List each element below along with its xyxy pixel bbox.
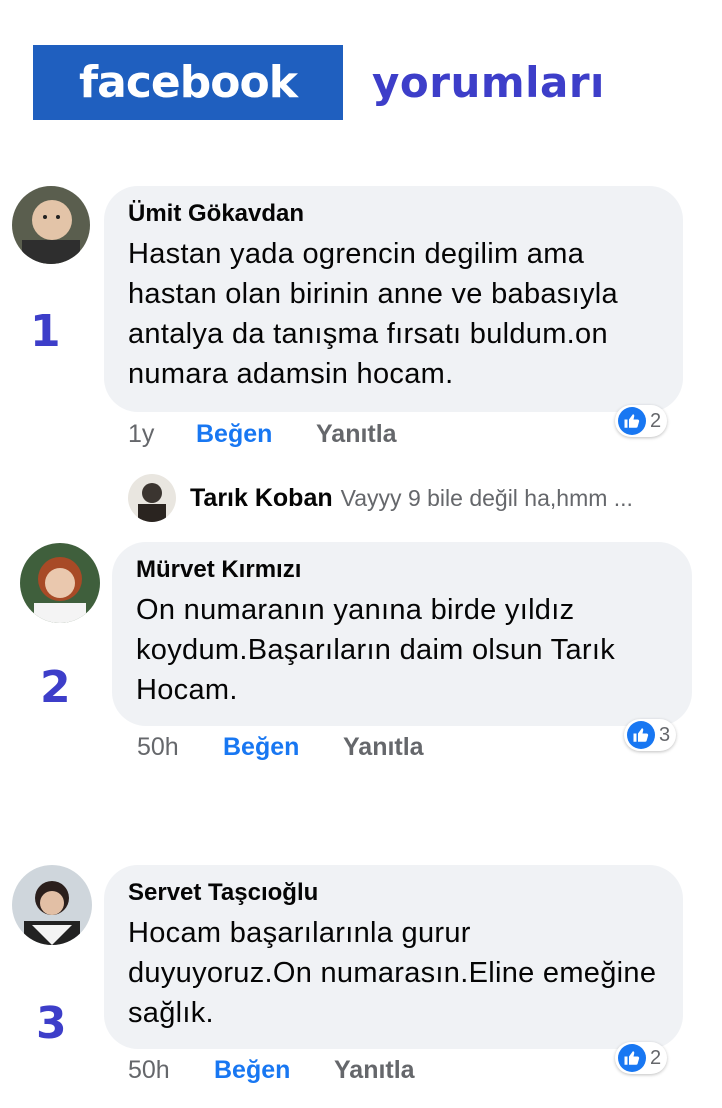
comment-author[interactable]: Ümit Gökavdan [128, 200, 659, 228]
reaction-badge[interactable]: 2 [615, 1042, 668, 1074]
page-title: yorumları [372, 58, 605, 107]
reply-button[interactable]: Yanıtla [334, 1056, 415, 1085]
thumbs-up-icon [618, 1044, 646, 1072]
comment-author[interactable]: Mürvet Kırmızı [136, 556, 668, 584]
comment-time[interactable]: 50h [128, 1056, 214, 1085]
comment-time[interactable]: 50h [137, 733, 223, 762]
comment-number: 3 [36, 998, 67, 1049]
comment-text: Hocam başarılarınla gurur duyuyoruz.On n… [128, 917, 657, 1029]
reaction-count: 2 [650, 1046, 662, 1069]
comment-bubble: Servet Taşcıoğlu Hocam başarılarınla gur… [104, 865, 683, 1049]
reply-button[interactable]: Yanıtla [316, 420, 397, 449]
comment-number: 1 [30, 306, 61, 357]
reaction-count: 3 [659, 723, 671, 746]
comment-bubble: Mürvet Kırmızı On numaranın yanına birde… [112, 542, 692, 726]
thumbs-up-icon [618, 407, 646, 435]
comment-actions: 50h Beğen Yanıtla [137, 733, 424, 762]
reply-author[interactable]: Tarık Koban [190, 484, 333, 513]
avatar[interactable] [12, 186, 90, 264]
comment-bubble: Ümit Gökavdan Hastan yada ogrencin degil… [104, 186, 683, 412]
avatar[interactable] [128, 474, 176, 522]
facebook-logo: facebook [33, 45, 343, 120]
like-button[interactable]: Beğen [214, 1056, 334, 1085]
comment-actions: 50h Beğen Yanıtla [128, 1056, 415, 1085]
reaction-badge[interactable]: 2 [615, 405, 668, 437]
thumbs-up-icon [627, 721, 655, 749]
comment-text: On numaranın yanına birde yıldız koydum.… [136, 594, 616, 706]
like-button[interactable]: Beğen [223, 733, 343, 762]
reply-preview[interactable]: Tarık Koban Vayyy 9 bile değil ha,hmm ..… [128, 474, 633, 522]
comment-text: Hastan yada ogrencin degilim ama hastan … [128, 238, 618, 390]
avatar[interactable] [20, 543, 100, 623]
reaction-badge[interactable]: 3 [624, 719, 677, 751]
like-button[interactable]: Beğen [196, 420, 316, 449]
comment-author[interactable]: Servet Taşcıoğlu [128, 879, 659, 907]
reaction-count: 2 [650, 409, 662, 432]
comment-number: 2 [40, 662, 71, 713]
comment-time[interactable]: 1y [128, 420, 196, 449]
avatar[interactable] [12, 865, 92, 945]
reply-button[interactable]: Yanıtla [343, 733, 424, 762]
comment-actions: 1y Beğen Yanıtla [128, 420, 397, 449]
reply-text: Vayyy 9 bile değil ha,hmm ... [340, 484, 633, 511]
